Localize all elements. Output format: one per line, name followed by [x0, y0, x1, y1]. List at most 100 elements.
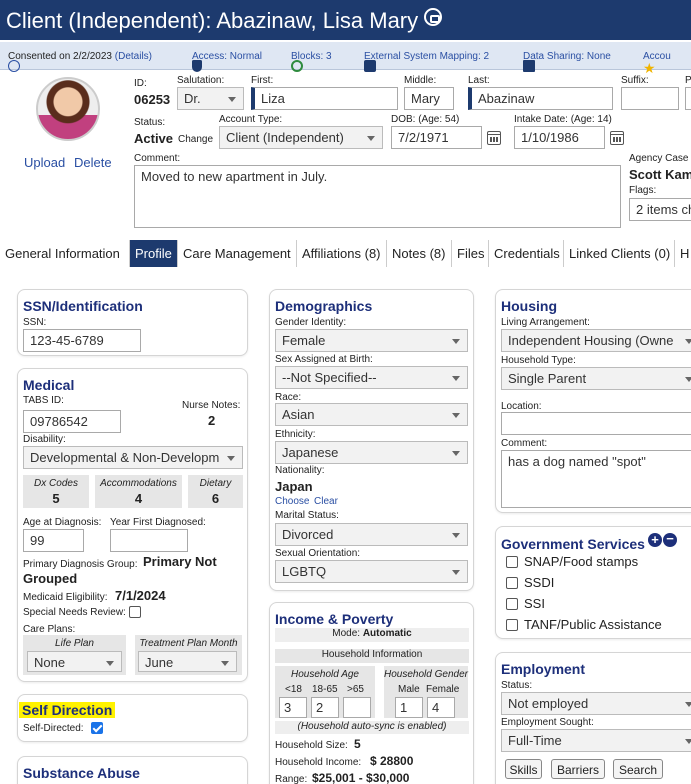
search-button[interactable]: Search — [613, 759, 663, 779]
check-circle-icon — [8, 60, 20, 72]
tab-files[interactable]: Files — [452, 240, 489, 267]
year-first-diagnosed-field[interactable] — [110, 529, 188, 552]
calendar-icon[interactable] — [610, 131, 624, 145]
skills-button[interactable]: Skills — [505, 759, 542, 779]
intake-date-field[interactable]: 1/10/1986 — [514, 126, 605, 149]
race-select[interactable]: Asian — [275, 403, 468, 426]
primary-diagnosis-group-line2: Grouped — [23, 571, 78, 586]
tab-notes[interactable]: Notes (8) — [387, 240, 452, 267]
race-label: Race: — [275, 392, 302, 403]
self-directed-label: Self-Directed: — [23, 723, 84, 734]
gender-identity-select[interactable]: Female — [275, 329, 468, 352]
employment-status-select[interactable]: Not employed — [501, 692, 691, 715]
age-at-diagnosis-field[interactable]: 99 — [23, 529, 84, 552]
ssn-panel: SSN/Identification SSN: 123-45-6789 — [17, 289, 248, 356]
ssi-checkbox[interactable] — [506, 598, 518, 610]
sex-at-birth-select[interactable]: --Not Specified-- — [275, 366, 468, 389]
last-name-field[interactable]: Abazinaw — [468, 87, 613, 110]
data-sharing-link[interactable]: Data Sharing: None — [523, 51, 611, 72]
ssdi-checkbox[interactable] — [506, 577, 518, 589]
age-18-65-label: 18-65 — [312, 684, 338, 695]
tanf-checkbox[interactable] — [506, 619, 518, 631]
last-name-label: Last: — [468, 75, 490, 86]
suffix-field[interactable] — [621, 87, 679, 110]
account-type-select[interactable]: Client (Independent) — [219, 126, 383, 149]
accommodations-cell[interactable]: Accommodations 4 — [95, 475, 182, 508]
over-65-field[interactable] — [343, 697, 371, 718]
remove-icon[interactable]: − — [663, 532, 677, 547]
age-18-65-field[interactable]: 2 — [311, 697, 339, 718]
tab-linked-clients[interactable]: Linked Clients (0) — [564, 240, 675, 267]
disability-select[interactable]: Developmental & Non-Developm — [23, 446, 243, 469]
tag-icon[interactable] — [424, 8, 443, 26]
housing-heading: Housing — [501, 298, 557, 314]
nationality-clear-link[interactable]: Clear — [314, 496, 338, 507]
location-field[interactable] — [501, 412, 691, 435]
tab-profile[interactable]: Profile — [130, 240, 178, 267]
household-type-select[interactable]: Single Parent — [501, 367, 691, 390]
ssn-field[interactable]: 123-45-6789 — [23, 329, 141, 352]
female-count-field[interactable]: 4 — [427, 697, 455, 718]
middle-name-label: Middle: — [404, 75, 437, 86]
barriers-button[interactable]: Barriers — [551, 759, 605, 779]
tab-bar: General Information Profile Care Managem… — [0, 240, 691, 267]
under-18-field[interactable]: 3 — [279, 697, 307, 718]
housing-panel: Housing Living Arrangement: Independent … — [495, 289, 691, 513]
nationality-choose-link[interactable]: Choose — [275, 496, 309, 507]
housing-comment-label: Comment: — [501, 438, 548, 449]
upload-photo-link[interactable]: Upload — [24, 155, 65, 170]
household-income-label: Household Income: — [275, 757, 362, 768]
sexual-orientation-select[interactable]: LGBTQ — [275, 560, 468, 583]
tab-more[interactable]: H — [675, 240, 691, 267]
special-needs-review-label: Special Needs Review: — [23, 607, 126, 618]
agency-case-manager: Scott Kam — [629, 167, 691, 182]
housing-comment-textarea[interactable]: has a dog named "spot" — [501, 450, 691, 508]
male-label: Male — [398, 684, 420, 695]
dietary-label: Dietary — [199, 478, 232, 489]
flags-field[interactable]: 2 items ch — [629, 198, 691, 221]
medical-heading: Medical — [23, 377, 75, 393]
marital-status-label: Marital Status: — [275, 510, 339, 521]
dietary-cell[interactable]: Dietary 6 — [188, 475, 243, 508]
tab-general-information[interactable]: General Information — [0, 240, 130, 267]
tab-credentials[interactable]: Credentials — [489, 240, 564, 267]
snap-checkbox[interactable] — [506, 556, 518, 568]
treatment-plan-month-select[interactable]: June — [138, 651, 237, 672]
treatment-plan-label: Treatment Plan Month — [139, 638, 238, 649]
consent-details-link[interactable]: (Details) — [115, 51, 152, 62]
external-mapping-link[interactable]: External System Mapping: 2 — [364, 51, 489, 72]
auto-sync-notice: (Household auto-sync is enabled) — [275, 721, 469, 734]
access-link[interactable]: Access: Normal — [192, 51, 262, 72]
male-count-field[interactable]: 1 — [395, 697, 423, 718]
account-link[interactable]: ★ Accou — [643, 51, 671, 76]
dx-codes-cell[interactable]: Dx Codes 5 — [23, 475, 89, 508]
first-name-label: First: — [251, 75, 274, 86]
middle-name-field[interactable]: Mary — [404, 87, 454, 110]
special-needs-review-checkbox[interactable] — [129, 606, 141, 618]
government-services-panel: Government Services + − SNAP/Food stamps… — [495, 526, 691, 639]
blocks-link[interactable]: Blocks: 3 — [291, 51, 332, 72]
household-type-label: Household Type: — [501, 355, 576, 366]
tab-affiliations[interactable]: Affiliations (8) — [297, 240, 387, 267]
mode-row: Mode: Automatic — [275, 628, 469, 642]
calendar-icon[interactable] — [487, 131, 501, 145]
comment-textarea[interactable]: Moved to new apartment in July. — [134, 165, 621, 228]
salutation-select[interactable]: Dr. — [177, 87, 244, 110]
self-directed-checkbox[interactable] — [91, 722, 103, 734]
marital-status-select[interactable]: Divorced — [275, 523, 468, 546]
add-icon[interactable]: + — [648, 533, 662, 547]
tabs-id-field[interactable]: 09786542 — [23, 410, 121, 433]
employment-sought-select[interactable]: Full-Time — [501, 729, 691, 752]
ethnicity-select[interactable]: Japanese — [275, 441, 468, 464]
nationality-value: Japan — [275, 479, 313, 494]
tab-care-management[interactable]: Care Management — [178, 240, 297, 267]
delete-photo-link[interactable]: Delete — [74, 155, 112, 170]
life-plan-select[interactable]: None — [27, 651, 122, 672]
change-status-link[interactable]: Change — [178, 134, 213, 145]
dob-field[interactable]: 7/2/1971 — [391, 126, 482, 149]
first-name-field[interactable]: Liza — [251, 87, 398, 110]
p-field[interactable] — [685, 87, 691, 110]
p-label: P — [685, 75, 691, 86]
medicaid-eligibility-label: Medicaid Eligibility: — [23, 592, 108, 603]
living-arrangement-select[interactable]: Independent Housing (Owne — [501, 329, 691, 352]
